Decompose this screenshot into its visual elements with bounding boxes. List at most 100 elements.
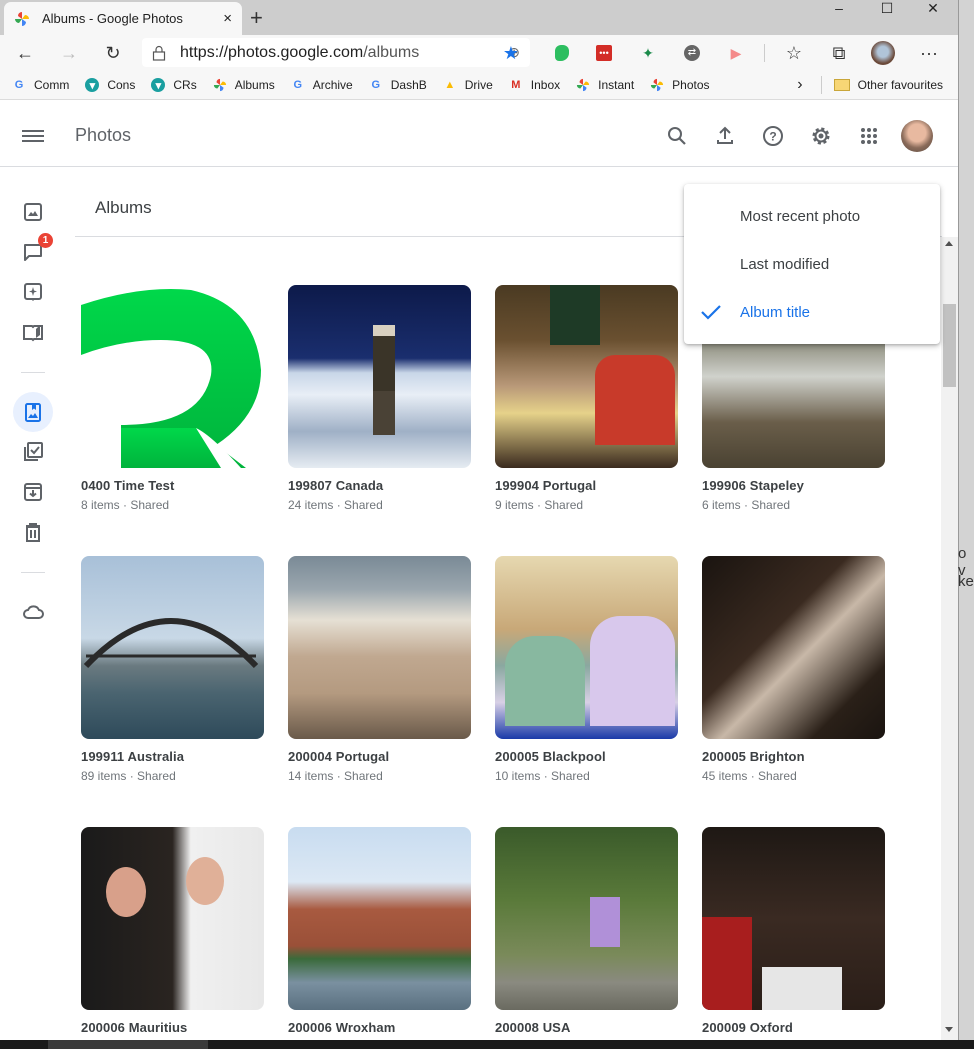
- address-bar[interactable]: https://photos.google.com/albums ⊕: [142, 38, 530, 67]
- bookmark-instant[interactable]: Instant: [576, 78, 634, 92]
- scroll-down-arrow-icon[interactable]: [945, 1027, 953, 1032]
- album-cover[interactable]: [81, 556, 264, 739]
- new-tab-button[interactable]: +: [250, 5, 263, 31]
- page-scrollbar[interactable]: [941, 237, 958, 1040]
- scrollbar-thumb[interactable]: [943, 304, 956, 387]
- sync-extension-icon[interactable]: ⇄: [681, 42, 703, 64]
- album-title[interactable]: 0400 Time Test: [81, 478, 264, 493]
- for-you-assistant-icon[interactable]: [22, 281, 44, 303]
- storage-cloud-icon[interactable]: [22, 601, 44, 623]
- trash-icon[interactable]: [22, 521, 44, 543]
- album-card[interactable]: 200008 USA: [495, 827, 678, 1035]
- album-cover[interactable]: [702, 556, 885, 739]
- more-options-icon[interactable]: ···: [918, 42, 940, 64]
- favorites-list-icon[interactable]: ☆: [783, 42, 805, 64]
- album-card[interactable]: 199904 Portugal 9 items · Shared: [495, 285, 678, 512]
- album-card[interactable]: 200005 Brighton 45 items · Shared: [702, 556, 885, 783]
- separator: ·: [543, 769, 548, 783]
- album-cover[interactable]: [81, 285, 264, 468]
- profile-avatar[interactable]: [871, 41, 895, 65]
- utilities-icon[interactable]: [22, 441, 44, 463]
- collections-icon[interactable]: ⧉: [828, 42, 850, 64]
- album-title[interactable]: 199904 Portugal: [495, 478, 678, 493]
- album-title[interactable]: 200004 Portugal: [288, 749, 471, 764]
- album-card[interactable]: 200004 Portugal 14 items · Shared: [288, 556, 471, 783]
- bookmark-dashb[interactable]: G DashB: [369, 78, 426, 92]
- album-title[interactable]: 200006 Mauritius: [81, 1020, 264, 1035]
- section-title: Albums: [95, 198, 152, 217]
- bookmark-crs[interactable]: ▾ CRs: [151, 78, 197, 92]
- folder-icon: [833, 79, 850, 91]
- bookmarks-overflow-chevron-icon[interactable]: ›: [797, 76, 802, 94]
- favorite-star-icon[interactable]: ★: [500, 42, 522, 64]
- album-cover[interactable]: [495, 827, 678, 1010]
- cast-extension-icon[interactable]: ▶: [725, 42, 747, 64]
- album-cover[interactable]: [495, 285, 678, 468]
- sort-option-last-modified[interactable]: Last modified: [684, 240, 940, 288]
- bookmark-cons[interactable]: ▾ Cons: [85, 78, 135, 92]
- album-title[interactable]: 199906 Stapeley: [702, 478, 885, 493]
- sort-option-album-title[interactable]: Album title: [684, 288, 940, 336]
- album-card[interactable]: 200006 Wroxham: [288, 827, 471, 1035]
- album-title[interactable]: 200006 Wroxham: [288, 1020, 471, 1035]
- album-cover[interactable]: [288, 556, 471, 739]
- scroll-up-arrow-icon[interactable]: [945, 241, 953, 246]
- album-title[interactable]: 200005 Blackpool: [495, 749, 678, 764]
- album-title[interactable]: 200009 Oxford: [702, 1020, 885, 1035]
- sort-option-most-recent-photo[interactable]: Most recent photo: [684, 192, 940, 240]
- bookmark-archive[interactable]: G Archive: [291, 78, 352, 92]
- bookmark-photos[interactable]: Photos: [650, 78, 710, 92]
- apps-grid-icon[interactable]: [857, 124, 881, 148]
- archive-icon[interactable]: [22, 481, 44, 503]
- album-cover[interactable]: [288, 827, 471, 1010]
- search-icon[interactable]: [665, 124, 689, 148]
- upload-icon[interactable]: [713, 124, 737, 148]
- minimize-button[interactable]: –: [816, 0, 862, 20]
- help-icon[interactable]: ?: [761, 124, 785, 148]
- album-card[interactable]: 200009 Oxford: [702, 827, 885, 1035]
- album-title[interactable]: 199807 Canada: [288, 478, 471, 493]
- hummingbird-extension-icon[interactable]: ✦: [637, 42, 659, 64]
- maximize-button[interactable]: ☐: [864, 0, 910, 20]
- bookmark-albums[interactable]: Albums: [213, 78, 275, 92]
- album-cover[interactable]: [81, 827, 264, 1010]
- album-card[interactable]: 199807 Canada 24 items · Shared: [288, 285, 471, 512]
- app-title[interactable]: Photos: [75, 125, 131, 146]
- album-cover[interactable]: [288, 285, 471, 468]
- settings-gear-icon[interactable]: [809, 124, 833, 148]
- bookmark-inbox[interactable]: M Inbox: [509, 78, 560, 92]
- album-title[interactable]: 200005 Brighton: [702, 749, 885, 764]
- person-red-shirt: [702, 917, 752, 1010]
- albums-icon[interactable]: [22, 401, 44, 423]
- taskbar-button[interactable]: [48, 1040, 208, 1049]
- evernote-extension-icon[interactable]: [551, 42, 573, 64]
- bookmark-drive[interactable]: ▲ Drive: [443, 78, 492, 92]
- other-favourites-folder[interactable]: Other favourites: [833, 78, 943, 92]
- album-title[interactable]: 199911 Australia: [81, 749, 264, 764]
- reload-icon[interactable]: ↻: [102, 42, 124, 64]
- lastpass-extension-icon[interactable]: •••: [593, 42, 615, 64]
- face: [186, 857, 224, 905]
- photos-icon[interactable]: [22, 201, 44, 223]
- separator: ·: [336, 769, 341, 783]
- bookmark-comm[interactable]: G Comm: [12, 78, 70, 92]
- album-card[interactable]: 0400 Time Test 8 items · Shared: [81, 285, 264, 512]
- browser-tab[interactable]: Albums - Google Photos ×: [4, 2, 242, 35]
- album-cover[interactable]: [702, 827, 885, 1010]
- close-window-button[interactable]: ✕: [910, 0, 956, 20]
- album-card[interactable]: 200006 Mauritius: [81, 827, 264, 1035]
- main-menu-button[interactable]: [22, 127, 44, 143]
- bookmark-label: CRs: [173, 78, 197, 92]
- close-tab-icon[interactable]: ×: [223, 10, 232, 27]
- back-arrow-icon[interactable]: ←: [14, 42, 36, 64]
- account-avatar[interactable]: [901, 120, 933, 152]
- url-text[interactable]: https://photos.google.com/albums: [180, 44, 508, 62]
- album-card[interactable]: 199911 Australia 89 items · Shared: [81, 556, 264, 783]
- album-title[interactable]: 200008 USA: [495, 1020, 678, 1035]
- bookmarks-bar: G Comm ▾ Cons ▾ CRs Albums G Archive G DashB …: [0, 71, 958, 100]
- bookmark-label: Cons: [107, 78, 136, 92]
- forward-arrow-icon[interactable]: →: [58, 42, 80, 64]
- album-card[interactable]: 200005 Blackpool 10 items · Shared: [495, 556, 678, 783]
- album-cover[interactable]: [495, 556, 678, 739]
- photo-books-icon[interactable]: [22, 321, 44, 343]
